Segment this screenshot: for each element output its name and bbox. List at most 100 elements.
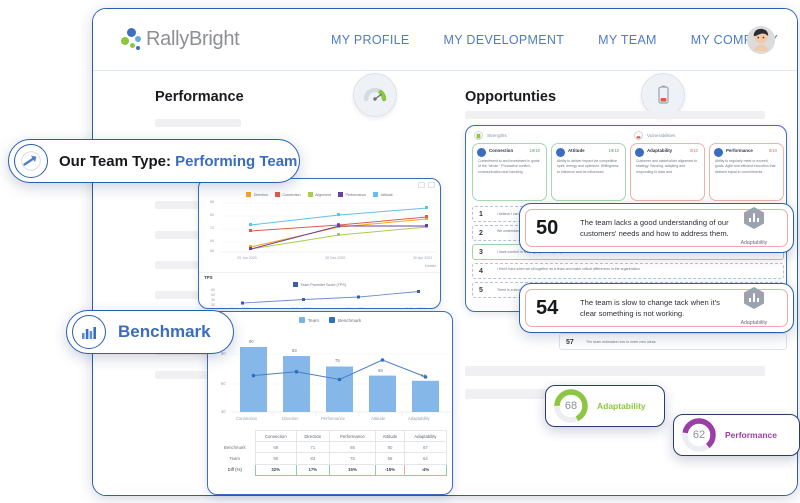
strength-card-attitude[interactable]: Attitude 19/10 Ability to deliver impact… [551, 143, 626, 201]
table-col-direction: Direction [295, 429, 330, 443]
legend-item-direction: Direction [246, 192, 268, 197]
adaptability-donut-icon: 68 [554, 389, 588, 423]
team-type-value: Performing Team [175, 152, 298, 170]
strength-card-connection[interactable]: Connection 19/10 Commitment to and inves… [472, 143, 547, 201]
trend-x-tick: 28 Dec 2020 [325, 256, 346, 260]
adaptability-hex-icon [744, 207, 764, 229]
opportunity-callout-54[interactable]: 54 The team is slow to change tack when … [519, 283, 794, 333]
gauge-value: 68 [560, 395, 582, 417]
low-battery-icon [634, 131, 643, 140]
card-score: 0/10 [768, 148, 777, 153]
table-col-attitude: Attitude [375, 429, 405, 443]
speedometer-gauge-icon [353, 73, 397, 117]
user-avatar[interactable] [747, 26, 775, 54]
legend-item-performance: Performance [338, 192, 366, 197]
benchmark-legend: Team Benchmark [208, 312, 452, 323]
list-item-57[interactable]: 57 The team estimates how to enter new i… [559, 333, 787, 350]
callout-tag: Adaptability [731, 287, 777, 329]
connection-icon [477, 148, 486, 157]
legend-item-benchmark: Benchmark [329, 317, 361, 323]
table-row: Benchmark 68 71 65 80 67 [215, 441, 448, 454]
table-cell: 75 [328, 452, 377, 465]
vulnerability-card-performance[interactable]: Performance 0/10 Ability to regularly me… [709, 143, 784, 201]
list-item-text: I find it hard when we sit together as a… [497, 267, 641, 271]
opportunities-title: Opportunties [465, 89, 557, 105]
table-cell-diff: 17% [295, 463, 330, 476]
gauge-label-performance: Performance [725, 430, 777, 440]
nav-item-my-team[interactable]: MY TEAM [598, 33, 657, 47]
tps-x-tick: 29 Dec 2021 [405, 307, 426, 309]
performance-section-header: Performance [93, 71, 451, 123]
callout-tag-label: Adaptability [740, 320, 768, 326]
trend-y-tick: 64 [210, 239, 214, 243]
tps-x-tick: 28 Dec 2020 [291, 307, 312, 309]
nav-links: MY PROFILE MY DEVELOPMENT MY TEAM MY COM… [331, 33, 778, 47]
benchmark-y-tick: 40 [221, 409, 226, 414]
placeholder-bar [465, 366, 765, 376]
top-navigation-bar: RallyBright MY PROFILE MY DEVELOPMENT MY… [93, 9, 797, 71]
trend-chart-legend: Direction Connection Alignment Performan… [199, 192, 440, 197]
tps-chart-title: TPS [204, 275, 213, 280]
callout-tag-label: Adaptability [740, 240, 768, 246]
benchmark-x-tick: Adaptability [408, 416, 430, 421]
tps-chart-plot [221, 290, 436, 306]
chart-next-button[interactable] [428, 182, 435, 188]
benchmark-badge[interactable]: Benchmark [66, 310, 234, 354]
rallybright-dots-logo-icon [119, 27, 145, 53]
list-item[interactable]: 4 I find it hard when we sit together as… [472, 263, 784, 279]
legend-item-connection: Connection [274, 192, 301, 197]
chart-prev-button[interactable] [418, 182, 425, 188]
brand-name-part2: Bright [188, 28, 240, 50]
table-col-performance: Performance [328, 429, 377, 443]
table-cell: 71 [295, 441, 330, 454]
full-battery-icon [474, 131, 483, 140]
callout-text: The team is slow to change tack when it'… [580, 298, 720, 318]
bar-chart-icon [82, 327, 96, 339]
card-title: Performance [726, 148, 753, 153]
benchmark-chart-panel: Team Benchmark 90 83 75 68 64 80 60 40 C… [207, 311, 453, 495]
gauge-card-performance[interactable]: 62 Performance [673, 414, 800, 456]
legend-item-alignment: Alignment [307, 192, 331, 197]
bar-value-label: 68 [378, 368, 383, 373]
legend-item-team: Team [298, 317, 319, 323]
tps-chart-block: TPS Team Promoter Score (TPS) 60 50 40 3… [199, 272, 440, 309]
performance-donut-icon: 62 [682, 418, 716, 452]
legend-item-attitude: Attitude [373, 192, 393, 197]
brand-logo[interactable]: RallyBright [119, 27, 289, 53]
trend-y-tick: 88 [210, 200, 214, 204]
tps-y-tick: 40 [211, 298, 215, 302]
table-cell: 68 [254, 441, 297, 454]
card-text: Ability to deliver impact via competitiv… [557, 159, 619, 174]
legend-item-tps: Team Promoter Score (TPS) [293, 282, 346, 287]
table-corner-cell [215, 431, 255, 442]
benchmark-x-tick: Connection [236, 416, 258, 421]
user-avatar-photo-icon [747, 26, 775, 54]
card-text: Ability to regularly meet or exceed goal… [715, 159, 776, 174]
bar-value-label: 64 [421, 373, 426, 378]
adaptability-hex-icon [744, 287, 764, 309]
bar-value-label: 75 [335, 358, 340, 363]
row-label-diff: Diff (%) [227, 467, 242, 473]
bar-value-label: 90 [249, 339, 254, 344]
tps-y-tick: 30 [211, 303, 215, 307]
nav-item-my-profile[interactable]: MY PROFILE [331, 33, 409, 47]
card-score: 19/10 [529, 148, 540, 153]
adaptability-icon [635, 148, 644, 157]
callout-score: 50 [536, 216, 559, 239]
gauge-card-adaptability[interactable]: 68 Adaptability [545, 385, 665, 427]
placeholder-bar [155, 119, 241, 127]
vulnerability-card-adaptability[interactable]: Adaptability 0/10 Customer and stakehold… [630, 143, 705, 201]
card-title: Connection [489, 148, 514, 153]
opportunity-callout-50[interactable]: 50 The team lacks a good understanding o… [519, 203, 794, 253]
card-score: 19/10 [608, 148, 619, 153]
nav-item-my-development[interactable]: MY DEVELOPMENT [443, 33, 564, 47]
callout-text: The team lacks a good understanding of o… [580, 218, 729, 238]
table-cell-diff: -15% [375, 463, 405, 476]
performance-title: Performance [155, 89, 244, 105]
table-cell: 80 [375, 441, 405, 454]
strengths-label: Strengths [487, 133, 507, 138]
team-type-badge[interactable]: Our Team Type: Performing Team [8, 139, 300, 183]
callout-tag: Adaptability [731, 207, 777, 249]
row-label-benchmark: Benchmark [223, 444, 246, 450]
row-label-team: Team [229, 455, 240, 461]
